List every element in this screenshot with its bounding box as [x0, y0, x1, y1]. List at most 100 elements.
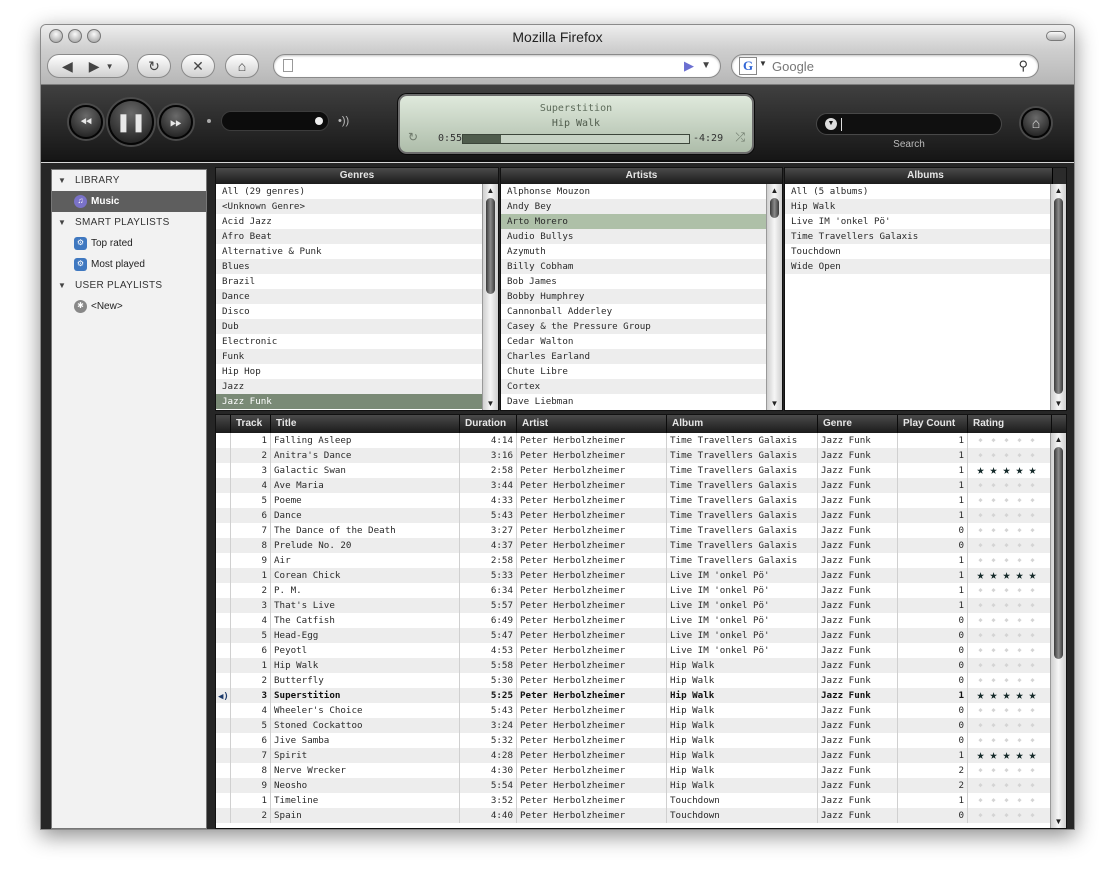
table-row[interactable]: ◀) 3 Superstition 5:25 Peter Herbolzheimer Hi…	[216, 688, 1050, 703]
star-filled-icon[interactable]: ★	[1026, 463, 1039, 478]
volume-mute-icon[interactable]	[207, 119, 211, 123]
star-empty-icon[interactable]: ◆	[1026, 613, 1039, 628]
list-item[interactable]: Bobby Humphrey	[501, 289, 766, 304]
star-empty-icon[interactable]: ◆	[1013, 733, 1026, 748]
rating-cell[interactable]: ◆ ◆ ◆ ◆ ◆	[968, 808, 1050, 823]
star-empty-icon[interactable]: ◆	[1013, 598, 1026, 613]
web-search-bar[interactable]: G ▼ Google ⚲	[731, 54, 1039, 78]
back-icon[interactable]: ◀	[62, 58, 73, 75]
rating-cell[interactable]: ◆ ◆ ◆ ◆ ◆	[968, 703, 1050, 718]
star-empty-icon[interactable]: ◆	[974, 763, 987, 778]
list-item[interactable]: Casey & the Pressure Group	[501, 319, 766, 334]
star-empty-icon[interactable]: ◆	[1013, 718, 1026, 733]
table-row[interactable]: 2 Anitra's Dance 3:16 Peter Herbolzheimer Ti…	[216, 448, 1050, 463]
table-row[interactable]: 1 Falling Asleep 4:14 Peter Herbolzheimer Ti…	[216, 433, 1050, 448]
table-row[interactable]: 1 Timeline 3:52 Peter Herbolzheimer Touchdow…	[216, 793, 1050, 808]
column-header-duration[interactable]: Duration	[460, 415, 517, 433]
scroll-down-icon[interactable]: ▼	[1051, 397, 1066, 410]
star-empty-icon[interactable]: ◆	[974, 658, 987, 673]
list-item[interactable]: Hip Walk	[785, 199, 1050, 214]
rating-cell[interactable]: ◆ ◆ ◆ ◆ ◆	[968, 733, 1050, 748]
table-row[interactable]: 9 Air 2:58 Peter Herbolzheimer Time Travelle…	[216, 553, 1050, 568]
star-filled-icon[interactable]: ★	[1026, 688, 1039, 703]
star-empty-icon[interactable]: ◆	[1026, 808, 1039, 823]
star-empty-icon[interactable]: ◆	[1026, 478, 1039, 493]
list-item[interactable]: Azymuth	[501, 244, 766, 259]
list-item[interactable]: Disco	[216, 304, 482, 319]
star-empty-icon[interactable]: ◆	[974, 628, 987, 643]
star-empty-icon[interactable]: ◆	[1013, 643, 1026, 658]
table-row[interactable]: 2 P. M. 6:34 Peter Herbolzheimer Live IM 'on…	[216, 583, 1050, 598]
rating-cell[interactable]: ◆ ◆ ◆ ◆ ◆	[968, 553, 1050, 568]
star-empty-icon[interactable]: ◆	[1026, 553, 1039, 568]
go-arrow-icon[interactable]: ▶	[684, 58, 694, 74]
list-item[interactable]: Billy Cobham	[501, 259, 766, 274]
table-row[interactable]: 3 Galactic Swan 2:58 Peter Herbolzheimer Tim…	[216, 463, 1050, 478]
column-header-rating[interactable]: Rating	[968, 415, 1052, 433]
genres-scrollbar[interactable]: ▲ ▼	[482, 184, 498, 410]
column-header-artist[interactable]: Artist	[517, 415, 667, 433]
star-empty-icon[interactable]: ◆	[1013, 703, 1026, 718]
volume-knob[interactable]	[315, 117, 323, 125]
list-item[interactable]: Alternative & Punk	[216, 244, 482, 259]
star-filled-icon[interactable]: ★	[1000, 688, 1013, 703]
star-empty-icon[interactable]: ◆	[1026, 733, 1039, 748]
rating-cell[interactable]: ◆ ◆ ◆ ◆ ◆	[968, 448, 1050, 463]
star-empty-icon[interactable]: ◆	[987, 583, 1000, 598]
star-empty-icon[interactable]: ◆	[1000, 808, 1013, 823]
star-empty-icon[interactable]: ◆	[1026, 643, 1039, 658]
star-empty-icon[interactable]: ◆	[1000, 778, 1013, 793]
star-empty-icon[interactable]: ◆	[1013, 493, 1026, 508]
star-empty-icon[interactable]: ◆	[1026, 793, 1039, 808]
table-row[interactable]: 9 Neosho 5:54 Peter Herbolzheimer Hip Walk Ja…	[216, 778, 1050, 793]
star-empty-icon[interactable]: ◆	[1026, 673, 1039, 688]
rating-cell[interactable]: ★ ★ ★ ★ ★	[968, 748, 1050, 763]
column-header-title[interactable]: Title	[271, 415, 460, 433]
list-item[interactable]: Charles Earland	[501, 349, 766, 364]
star-filled-icon[interactable]: ★	[974, 688, 987, 703]
column-header-indicator[interactable]	[216, 415, 231, 433]
rating-cell[interactable]: ◆ ◆ ◆ ◆ ◆	[968, 793, 1050, 808]
list-item[interactable]: <Unknown Genre>	[216, 199, 482, 214]
list-item[interactable]: Chute Libre	[501, 364, 766, 379]
star-empty-icon[interactable]: ◆	[1000, 478, 1013, 493]
star-empty-icon[interactable]: ◆	[974, 583, 987, 598]
star-empty-icon[interactable]: ◆	[1026, 658, 1039, 673]
sidebar-item-music[interactable]: ♫ Music	[52, 191, 206, 212]
star-empty-icon[interactable]: ◆	[974, 433, 987, 448]
history-dropdown-icon[interactable]: ▼	[106, 62, 114, 71]
repeat-icon[interactable]: ↻	[408, 130, 418, 144]
star-filled-icon[interactable]: ★	[1026, 568, 1039, 583]
star-empty-icon[interactable]: ◆	[1000, 598, 1013, 613]
scroll-thumb[interactable]	[1054, 198, 1063, 394]
list-item[interactable]: Alphonse Mouzon	[501, 184, 766, 199]
forward-icon[interactable]: ▶	[89, 58, 100, 75]
star-empty-icon[interactable]: ◆	[974, 538, 987, 553]
rating-cell[interactable]: ◆ ◆ ◆ ◆ ◆	[968, 433, 1050, 448]
rating-cell[interactable]: ★ ★ ★ ★ ★	[968, 568, 1050, 583]
table-row[interactable]: 6 Jive Samba 5:32 Peter Herbolzheimer Hip Wa…	[216, 733, 1050, 748]
seek-bar[interactable]	[462, 134, 690, 144]
star-empty-icon[interactable]: ◆	[1026, 508, 1039, 523]
scroll-up-icon[interactable]: ▲	[767, 184, 782, 197]
table-row[interactable]: 4 Wheeler's Choice 5:43 Peter Herbolzheimer…	[216, 703, 1050, 718]
star-empty-icon[interactable]: ◆	[987, 478, 1000, 493]
albums-scrollbar[interactable]: ▲ ▼	[1050, 184, 1066, 410]
column-header-track[interactable]: Track	[231, 415, 271, 433]
table-row[interactable]: 6 Dance 5:43 Peter Herbolzheimer Time Travel…	[216, 508, 1050, 523]
list-item[interactable]: Afro Beat	[216, 229, 482, 244]
list-item[interactable]: Brazil	[216, 274, 482, 289]
star-empty-icon[interactable]: ◆	[1000, 553, 1013, 568]
star-empty-icon[interactable]: ◆	[1013, 553, 1026, 568]
star-empty-icon[interactable]: ◆	[1013, 523, 1026, 538]
scroll-thumb[interactable]	[770, 198, 779, 218]
scroll-up-icon[interactable]: ▲	[1051, 433, 1066, 446]
shuffle-icon[interactable]: ⤮	[735, 130, 745, 145]
star-empty-icon[interactable]: ◆	[987, 763, 1000, 778]
artists-header[interactable]: Artists	[501, 168, 782, 184]
star-empty-icon[interactable]: ◆	[987, 628, 1000, 643]
star-empty-icon[interactable]: ◆	[987, 718, 1000, 733]
list-item[interactable]: Andy Bey	[501, 199, 766, 214]
star-filled-icon[interactable]: ★	[1026, 748, 1039, 763]
rating-cell[interactable]: ◆ ◆ ◆ ◆ ◆	[968, 763, 1050, 778]
